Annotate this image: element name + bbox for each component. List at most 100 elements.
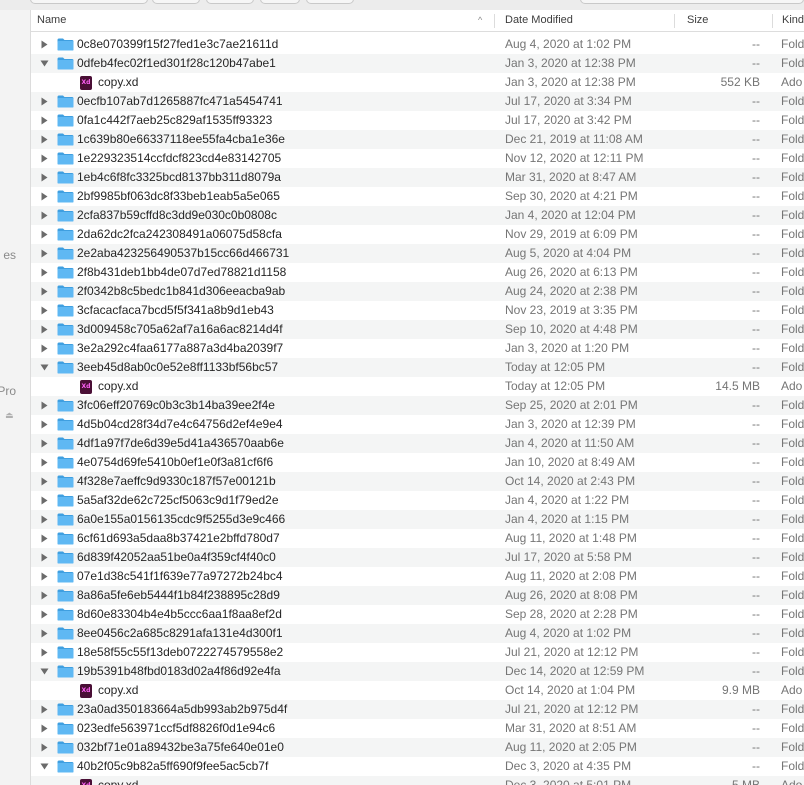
kind: Fold <box>781 607 804 621</box>
chevron-right-icon[interactable] <box>39 491 49 510</box>
chevron-right-icon[interactable] <box>39 206 49 225</box>
chevron-right-icon[interactable] <box>39 472 49 491</box>
folder-row[interactable]: 2da62dc2fca242308491a06075d58cfa Nov 29, … <box>31 225 804 244</box>
chevron-right-icon[interactable] <box>39 149 49 168</box>
folder-row[interactable]: 8a86a5fe6eb5444f1b84f238895c28d9 Aug 26, … <box>31 586 804 605</box>
action-button[interactable] <box>306 0 354 4</box>
kind: Fold <box>781 151 804 165</box>
chevron-right-icon[interactable] <box>39 548 49 567</box>
folder-row[interactable]: 0c8e070399f15f27fed1e3c7ae21611d Aug 4, 2… <box>31 35 804 54</box>
chevron-right-icon[interactable] <box>39 111 49 130</box>
folder-row[interactable]: 6d839f42052aa51be0a4f359cf4f40c0 Jul 17, … <box>31 548 804 567</box>
chevron-right-icon[interactable] <box>39 168 49 187</box>
file-row[interactable]: Xd copy.xd Jan 3, 2020 at 12:38 PM 552 KB Ad… <box>31 73 804 92</box>
folder-row[interactable]: 6a0e155a0156135cdc9f5255d3e9c466 Jan 4, 2… <box>31 510 804 529</box>
folder-row[interactable]: 032bf71e01a89432be3a75fe640e01e0 Aug 11, … <box>31 738 804 757</box>
column-date-modified-header[interactable]: Date Modified <box>499 10 675 31</box>
chevron-down-icon[interactable] <box>39 358 49 377</box>
chevron-right-icon[interactable] <box>39 225 49 244</box>
folder-row[interactable]: 07e1d38c541f1f639e77a97272b24bc4 Aug 11, … <box>31 567 804 586</box>
folder-row[interactable]: 2e2aba423256490537b15cc66d466731 Aug 5, 2… <box>31 244 804 263</box>
chevron-right-icon[interactable] <box>39 339 49 358</box>
chevron-down-icon[interactable] <box>39 662 49 681</box>
folder-name: 3cfacacfaca7bcd5f5f341a8b9d1eb43 <box>77 303 274 317</box>
file-row[interactable]: Xd copy.xd Today at 12:05 PM 14.5 MB Ado <box>31 377 804 396</box>
file-row[interactable]: Xd copy.xd Dec 3, 2020 at 5:01 PM 5 MB Ado <box>31 776 804 785</box>
chevron-right-icon[interactable] <box>39 586 49 605</box>
sidebar-item-partial[interactable]: Pro <box>0 384 16 398</box>
folder-row[interactable]: 3fc06eff20769c0b3c3b14ba39ee2f4e Sep 25, … <box>31 396 804 415</box>
chevron-right-icon[interactable] <box>39 263 49 282</box>
chevron-right-icon[interactable] <box>39 510 49 529</box>
folder-row[interactable]: 5a5af32de62c725cf5063c9d1f79ed2e Jan 4, 2… <box>31 491 804 510</box>
chevron-right-icon[interactable] <box>39 643 49 662</box>
folder-row[interactable]: 0ecfb107ab7d1265887fc471a5454741 Jul 17, … <box>31 92 804 111</box>
chevron-right-icon[interactable] <box>39 92 49 111</box>
chevron-right-icon[interactable] <box>39 130 49 149</box>
folder-row[interactable]: 8d60e83304b4e4b5ccc6aa1f8aa8ef2d Sep 28, … <box>31 605 804 624</box>
folder-row[interactable]: 2cfa837b59cffd8c3dd9e030c0b0808c Jan 4, 2… <box>31 206 804 225</box>
chevron-right-icon[interactable] <box>39 415 49 434</box>
folder-row[interactable]: 3eeb45d8ab0c0e52e8ff1133bf56bc57 Today at… <box>31 358 804 377</box>
date-modified: Oct 14, 2020 at 1:04 PM <box>505 683 636 697</box>
folder-row[interactable]: 6cf61d693a5daa8b37421e2bffd780d7 Aug 11, … <box>31 529 804 548</box>
chevron-right-icon[interactable] <box>39 301 49 320</box>
folder-row[interactable]: 1c639b80e66337118ee55fa4cba1e36e Dec 21, … <box>31 130 804 149</box>
folder-row[interactable]: 18e58f55c55f13deb0722274579558e2 Jul 21, … <box>31 643 804 662</box>
column-divider[interactable] <box>674 14 675 28</box>
chevron-right-icon[interactable] <box>39 529 49 548</box>
file-row[interactable]: Xd copy.xd Oct 14, 2020 at 1:04 PM 9.9 MB Ad… <box>31 681 804 700</box>
folder-row[interactable]: 8ee0456c2a685c8291afa131e4d300f1 Aug 4, 2… <box>31 624 804 643</box>
chevron-right-icon[interactable] <box>39 187 49 206</box>
chevron-right-icon[interactable] <box>39 396 49 415</box>
chevron-right-icon[interactable] <box>39 35 49 54</box>
column-divider[interactable] <box>494 14 495 28</box>
folder-row[interactable]: 4f328e7aeffc9d9330c187f57e00121b Oct 14, … <box>31 472 804 491</box>
folder-row[interactable]: 1eb4c6f8fc3325bcd8137bb311d8079a Mar 31, … <box>31 168 804 187</box>
chevron-right-icon[interactable] <box>39 738 49 757</box>
chevron-right-icon[interactable] <box>39 244 49 263</box>
group-by-button[interactable] <box>152 0 200 4</box>
folder-row[interactable]: 40b2f05c9b82a5ff690f9fee5ac5cb7f Dec 3, 2… <box>31 757 804 776</box>
folder-row[interactable]: 2bf9985bf063dc8f33beb1eab5a5e065 Sep 30, … <box>31 187 804 206</box>
folder-row[interactable]: 23a0ad350183664a5db993ab2b975d4f Jul 21, … <box>31 700 804 719</box>
eject-icon[interactable]: ⏏ <box>5 410 16 420</box>
chevron-right-icon[interactable] <box>39 624 49 643</box>
column-size-header[interactable]: Size <box>681 10 773 31</box>
folder-row[interactable]: 3e2a292c4faa6177a887a3d4ba2039f7 Jan 3, 2… <box>31 339 804 358</box>
folder-row[interactable]: 19b5391b48fbd0183d02a4f86d92e4fa Dec 14, … <box>31 662 804 681</box>
column-divider[interactable] <box>772 14 773 28</box>
folder-row[interactable]: 023edfe563971ccf5df8826f0d1e94c6 Mar 31, … <box>31 719 804 738</box>
size: -- <box>752 740 760 754</box>
kind: Fold <box>781 303 804 317</box>
column-kind-header[interactable]: Kind <box>776 10 804 31</box>
search-field[interactable] <box>580 0 804 4</box>
folder-row[interactable]: 4df1a97f7de6d39e5d41a436570aab6e Jan 4, 2… <box>31 434 804 453</box>
folder-row[interactable]: 1e229323514ccfdcf823cd4e83142705 Nov 12, … <box>31 149 804 168</box>
folder-row[interactable]: 2f0342b8c5bedc1b841d306eeacba9ab Aug 24, … <box>31 282 804 301</box>
folder-row[interactable]: 4e0754d69fe5410b0ef1e0f3a81cf6f6 Jan 10, … <box>31 453 804 472</box>
column-name-header[interactable]: Name <box>31 10 495 31</box>
folder-row[interactable]: 4d5b04cd28f34d7e4c64756d2ef4e9e4 Jan 3, 2… <box>31 415 804 434</box>
chevron-right-icon[interactable] <box>39 320 49 339</box>
folder-row[interactable]: 2f8b431deb1bb4de07d7ed78821d1158 Aug 26, … <box>31 263 804 282</box>
chevron-right-icon[interactable] <box>39 719 49 738</box>
folder-row[interactable]: 0dfeb4fec02f1ed301f28c120b47abe1 Jan 3, 2… <box>31 54 804 73</box>
folder-row[interactable]: 0fa1c442f7aeb25c829af1535ff93323 Jul 17, … <box>31 111 804 130</box>
chevron-right-icon[interactable] <box>39 434 49 453</box>
folder-row[interactable]: 3cfacacfaca7bcd5f5f341a8b9d1eb43 Nov 23, … <box>31 301 804 320</box>
chevron-right-icon[interactable] <box>39 567 49 586</box>
view-mode-segmented-control[interactable] <box>30 0 148 4</box>
tags-button[interactable] <box>260 0 300 4</box>
sidebar-item-partial[interactable]: es <box>3 248 16 262</box>
folder-row[interactable]: 3d009458c705a62af7a16a6ac8214d4f Sep 10, … <box>31 320 804 339</box>
chevron-right-icon[interactable] <box>39 605 49 624</box>
chevron-down-icon[interactable] <box>39 757 49 776</box>
folder-name: 3fc06eff20769c0b3c3b14ba39ee2f4e <box>77 398 275 412</box>
chevron-down-icon[interactable] <box>39 54 49 73</box>
chevron-right-icon[interactable] <box>39 700 49 719</box>
share-button[interactable] <box>206 0 254 4</box>
date-modified: Jan 4, 2020 at 12:04 PM <box>505 208 636 222</box>
chevron-right-icon[interactable] <box>39 453 49 472</box>
chevron-right-icon[interactable] <box>39 282 49 301</box>
